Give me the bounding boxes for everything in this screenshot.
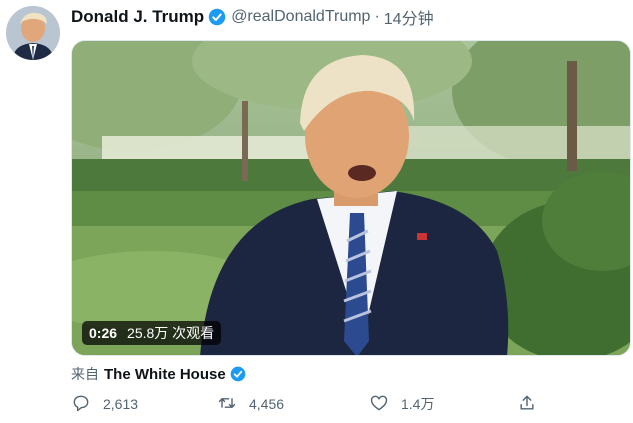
video-player[interactable]: 0:26 25.8万 次观看 [71,40,631,356]
source-prefix: 来自 [71,366,99,382]
share-button[interactable] [517,393,537,415]
video-info-overlay: 0:26 25.8万 次观看 [82,321,222,345]
retweet-icon [217,393,237,416]
timestamp[interactable]: 14分钟 [384,5,434,29]
like-button[interactable]: 1.4万 [369,393,434,415]
reply-count: 2,613 [103,396,139,412]
source-account-name[interactable]: The White House [104,366,226,383]
media-source: 来自 The White House [71,364,246,384]
separator-dot: · [374,8,380,25]
reply-icon [71,393,91,416]
reply-button[interactable]: 2,613 [71,393,138,415]
video-view-count: 25.8万 次观看 [127,325,215,341]
share-icon [517,393,537,416]
like-count: 1.4万 [401,396,435,412]
verified-badge-icon [208,8,226,26]
avatar[interactable] [6,6,60,60]
retweet-count: 4,456 [249,396,285,412]
user-handle[interactable]: @realDonaldTrump [231,8,370,26]
tweet-actions: 2,613 4,456 1.4万 [71,393,591,415]
display-name[interactable]: Donald J. Trump [71,7,204,27]
tweet-header: Donald J. Trump @realDonaldTrump · 14分钟 [71,6,434,28]
retweet-button[interactable]: 4,456 [217,393,284,415]
verified-badge-icon [230,366,246,382]
video-frame [72,41,630,355]
video-duration: 0:26 [89,325,118,341]
like-icon [369,393,389,416]
